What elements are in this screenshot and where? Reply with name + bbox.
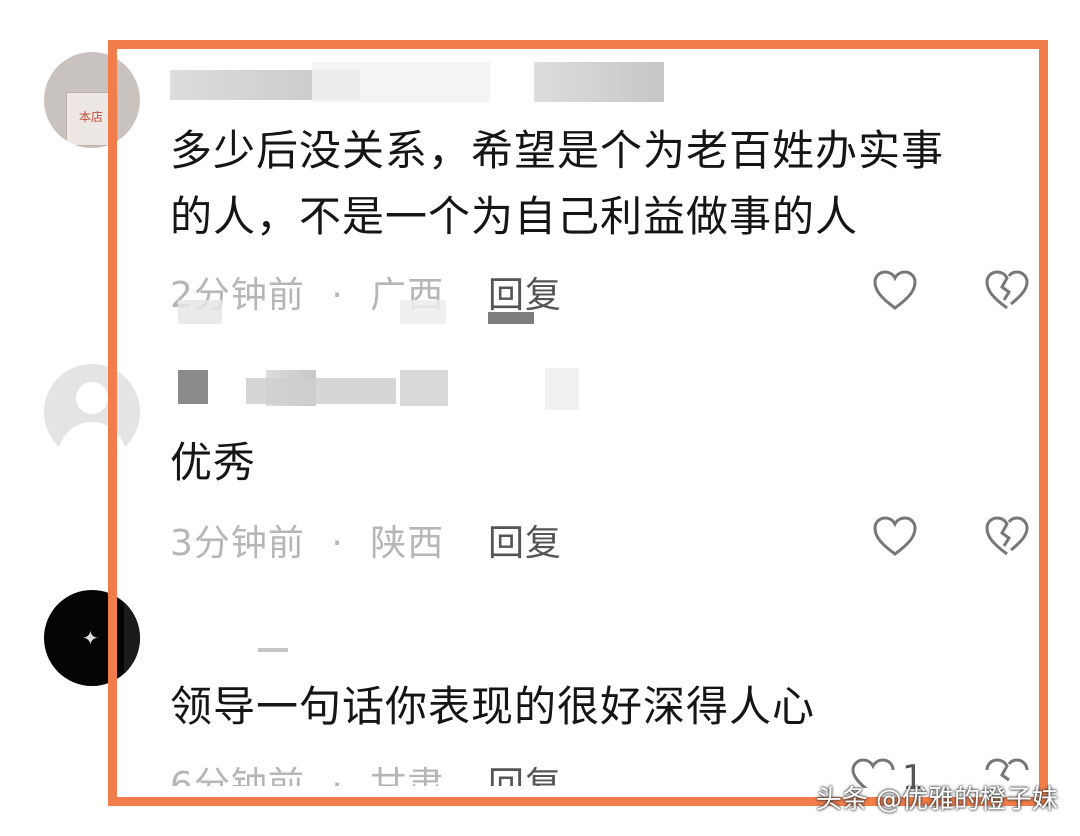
reply-button[interactable]: 回复 (488, 266, 562, 318)
like-heart-icon[interactable] (872, 270, 918, 312)
username-blurred (312, 62, 490, 102)
avatar[interactable]: 本店 (44, 52, 140, 148)
blur-patch (178, 300, 222, 324)
reply-button[interactable]: 回复 (488, 756, 562, 786)
separator: · (331, 765, 344, 786)
dislike-broken-heart-icon[interactable] (984, 270, 1030, 312)
comment-text: 多少后没关系，希望是个为老百姓办实事 (170, 126, 945, 175)
avatar[interactable]: ✦ (44, 590, 140, 686)
comment-time: 6分钟前 (170, 765, 305, 786)
default-user-body (58, 422, 126, 460)
username-blurred[interactable] (258, 648, 288, 652)
comment-time: 3分钟前 (170, 523, 305, 564)
separator: · (331, 523, 344, 564)
username-blurred[interactable] (178, 370, 208, 404)
comment-meta: 6分钟前 · 甘肃 (170, 756, 444, 786)
avatar-sparkle: ✦ (82, 626, 99, 650)
blur-patch (400, 300, 446, 324)
avatar-stamp: 本店 (78, 110, 103, 124)
username-blurred (246, 378, 396, 404)
default-user-icon (76, 382, 108, 414)
watermark: 头条 @优雅的橙子妹 (815, 785, 1058, 815)
comment-text: 领导一句话你表现的很好深得人心 (170, 682, 816, 731)
reply-button[interactable]: 回复 (488, 514, 562, 566)
comment-location: 陕西 (370, 523, 445, 564)
comment-text: 优秀 (170, 438, 257, 487)
comment-location: 甘肃 (370, 765, 445, 786)
username-blurred (534, 62, 664, 102)
comment-meta: 3分钟前 · 陕西 (170, 514, 444, 566)
separator: · (331, 275, 344, 316)
avatar-detail (124, 590, 140, 686)
username-blurred (400, 370, 448, 406)
dislike-broken-heart-icon[interactable] (984, 516, 1030, 558)
avatar[interactable] (44, 364, 140, 460)
comment-text: 的人，不是一个为自己利益做事的人 (170, 192, 859, 241)
username-blurred (545, 368, 579, 410)
blur-patch (488, 312, 534, 324)
like-heart-icon[interactable] (872, 516, 918, 558)
